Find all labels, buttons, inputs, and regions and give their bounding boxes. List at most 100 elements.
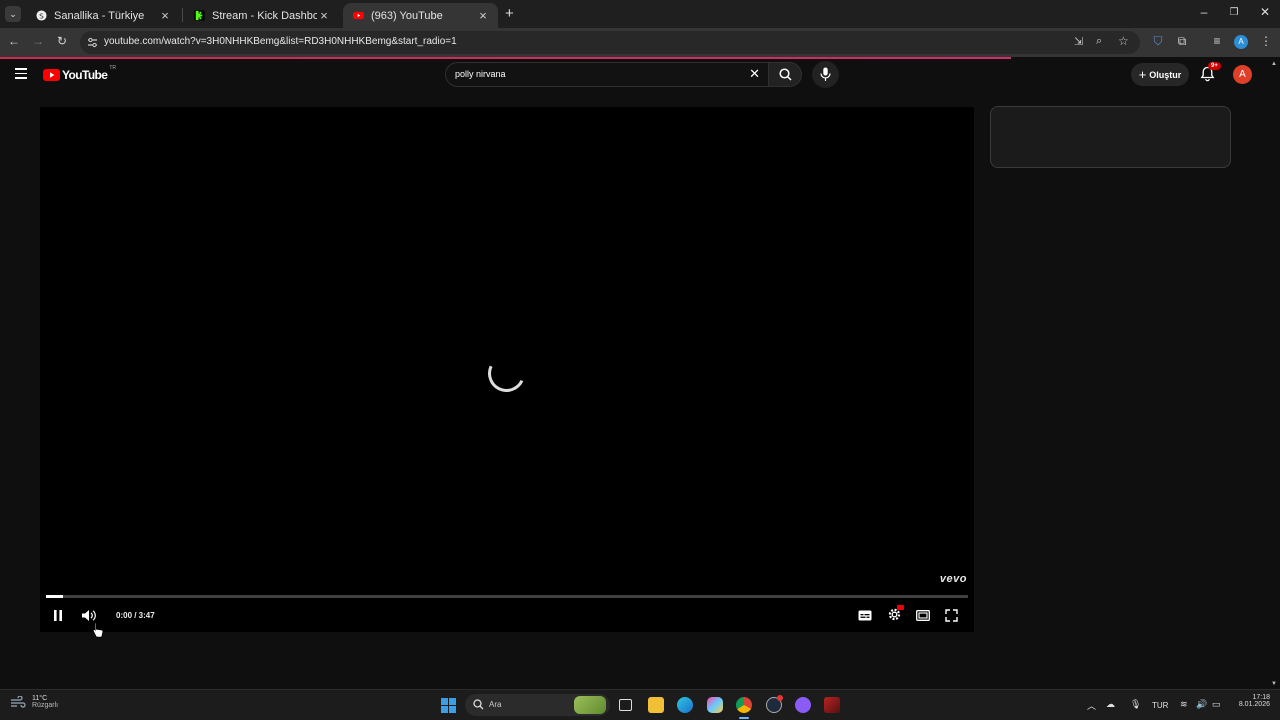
- notifications-button[interactable]: 9+: [1200, 62, 1221, 84]
- tab-search-button[interactable]: ⌄: [5, 6, 21, 22]
- create-label: Oluştur: [1149, 69, 1182, 80]
- microphone-icon: [820, 67, 831, 81]
- page-scrollbar[interactable]: ▲ ▼: [1268, 59, 1280, 689]
- restore-icon[interactable]: ❐: [1224, 7, 1244, 18]
- tab-close-icon[interactable]: ×: [158, 8, 172, 23]
- sanallika-favicon-icon: S: [36, 10, 47, 21]
- file-explorer-icon[interactable]: [648, 697, 664, 713]
- weather-widget[interactable]: 11°C Rüzgarlı: [10, 695, 58, 709]
- input-language[interactable]: TUR: [1152, 701, 1168, 710]
- tab-title: Sanallika - Türkiye: [54, 9, 145, 22]
- new-tab-button[interactable]: +: [505, 5, 514, 22]
- profile-avatar-icon[interactable]: A: [1234, 35, 1248, 49]
- tab-title: Stream - Kick Dashboard: [212, 9, 317, 22]
- clock-date: 8.01.2026: [1238, 701, 1270, 708]
- hd-badge-icon: [897, 605, 904, 610]
- youtube-logo[interactable]: YouTube TR: [43, 65, 117, 82]
- search-icon: [779, 68, 792, 81]
- speaker-icon[interactable]: 🔊: [1196, 699, 1207, 710]
- vevo-watermark: vevo: [939, 573, 967, 585]
- kick-favicon-icon: [194, 10, 205, 21]
- tab-youtube[interactable]: (963) YouTube ×: [343, 3, 498, 28]
- search-query: polly nirvana: [455, 69, 506, 79]
- browser-toolbar: ← → ↻ youtube.com/watch?v=3H0NHHKBemg&li…: [0, 28, 1280, 57]
- subtitles-icon[interactable]: [858, 610, 872, 621]
- window-close-icon[interactable]: ✕: [1255, 5, 1275, 19]
- tab-kick-dashboard[interactable]: Stream - Kick Dashboard ×: [184, 3, 339, 28]
- search-icon: [473, 699, 484, 710]
- scroll-up-icon[interactable]: ▲: [1271, 61, 1277, 67]
- taskbar-search-box[interactable]: Ara: [465, 694, 610, 716]
- search-highlight-image-icon: [574, 696, 606, 714]
- time-display: 0:00 / 3:47: [116, 611, 155, 620]
- steam-notification-dot-icon: [777, 695, 783, 701]
- clear-search-icon[interactable]: ✕: [749, 66, 760, 82]
- weather-temp: 11°C: [32, 695, 48, 702]
- account-avatar[interactable]: A: [1233, 65, 1252, 84]
- browser-tab-strip: ⌄ S Sanallika - Türkiye × Stream - Kick …: [0, 0, 1280, 28]
- plus-icon: +: [1138, 67, 1147, 82]
- svg-text:S: S: [39, 11, 44, 20]
- clock-time: 17:18: [1252, 694, 1270, 701]
- task-view-icon[interactable]: [619, 699, 632, 711]
- minimize-icon[interactable]: –: [1194, 5, 1214, 19]
- active-app-indicator: [739, 717, 749, 719]
- url-text: youtube.com/watch?v=3H0NHHKBemg&list=RD3…: [104, 36, 457, 47]
- tab-sanallika[interactable]: S Sanallika - Türkiye ×: [26, 3, 180, 28]
- reload-icon[interactable]: ↻: [54, 34, 70, 48]
- youtube-logo-icon: [43, 69, 60, 81]
- video-progress-bar[interactable]: [46, 595, 968, 598]
- sidebar-loading-placeholder: [990, 106, 1231, 168]
- site-info-icon[interactable]: [87, 37, 98, 48]
- create-button[interactable]: + Oluştur: [1131, 63, 1189, 86]
- search-button[interactable]: [768, 62, 802, 87]
- youtube-header: YouTube TR polly nirvana ✕ + Oluştur 9+ …: [0, 59, 1268, 91]
- youtube-logo-text: YouTube: [62, 68, 108, 82]
- fullscreen-icon[interactable]: [945, 609, 958, 622]
- notification-badge: 9+: [1208, 62, 1221, 70]
- tab-divider: [182, 8, 183, 22]
- windows-taskbar: 11°C Rüzgarlı Ara ︿ ☁ 🎙 TUR ≋ 🔊 ▭ 17:18 …: [0, 689, 1280, 720]
- tab-close-icon[interactable]: ×: [476, 8, 490, 23]
- video-progress-fill: [46, 595, 63, 598]
- scroll-down-icon[interactable]: ▼: [1271, 681, 1277, 687]
- zoom-icon[interactable]: ⌕: [1096, 35, 1102, 48]
- extensions-puzzle-icon[interactable]: ⧉: [1174, 34, 1190, 49]
- browser-menu-icon[interactable]: ⋮: [1258, 34, 1274, 48]
- bookmark-star-icon[interactable]: ☆: [1118, 34, 1129, 48]
- media-controls-icon[interactable]: ≡: [1209, 34, 1225, 48]
- loading-spinner: [482, 349, 531, 398]
- edge-browser-icon[interactable]: [677, 697, 693, 713]
- guide-menu-icon[interactable]: [15, 68, 27, 79]
- tray-overflow-icon[interactable]: ︿: [1087, 699, 1096, 712]
- region-badge: TR: [109, 65, 117, 71]
- settings-button[interactable]: [887, 605, 905, 623]
- game-app-icon[interactable]: [824, 697, 840, 713]
- weather-desc: Rüzgarlı: [32, 702, 59, 709]
- shield-extension-icon[interactable]: ⛉: [1150, 34, 1166, 49]
- taskbar-search-placeholder: Ara: [489, 700, 502, 709]
- battery-icon[interactable]: ▭: [1212, 699, 1221, 710]
- mouse-cursor-icon: [92, 622, 104, 638]
- clock[interactable]: 17:18 8.01.2026: [1230, 694, 1270, 708]
- forward-icon[interactable]: →: [30, 34, 46, 48]
- back-icon[interactable]: ←: [6, 34, 22, 48]
- pause-icon[interactable]: [53, 610, 63, 621]
- windows-start-icon[interactable]: [441, 698, 456, 713]
- video-player[interactable]: vevo 0:00 / 3:47: [40, 107, 974, 632]
- wind-icon: [11, 696, 26, 708]
- onedrive-icon[interactable]: ☁: [1106, 699, 1115, 710]
- mic-tray-icon[interactable]: 🎙: [1130, 699, 1141, 710]
- theater-mode-icon[interactable]: [916, 610, 930, 621]
- tab-close-icon[interactable]: ×: [317, 8, 331, 23]
- voice-search-button[interactable]: [812, 61, 839, 88]
- wifi-icon[interactable]: ≋: [1180, 699, 1188, 710]
- search-input[interactable]: polly nirvana ✕: [445, 62, 769, 87]
- copilot-icon[interactable]: [707, 697, 723, 713]
- tab-title: (963) YouTube: [371, 9, 443, 22]
- install-app-icon[interactable]: ⇲: [1074, 35, 1083, 48]
- address-bar[interactable]: youtube.com/watch?v=3H0NHHKBemg&list=RD3…: [80, 31, 1140, 54]
- twitch-app-icon[interactable]: [795, 697, 811, 713]
- chrome-icon[interactable]: [736, 697, 752, 713]
- youtube-favicon-icon: [353, 11, 364, 20]
